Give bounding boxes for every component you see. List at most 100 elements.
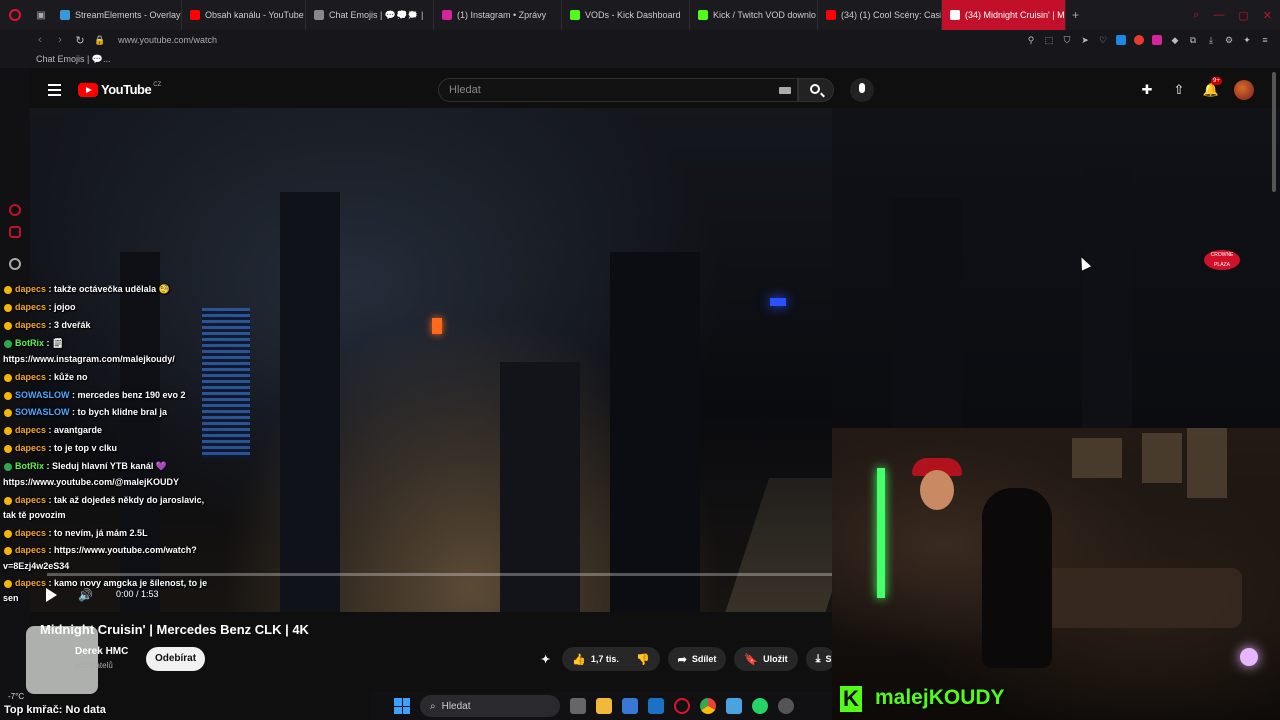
url-field[interactable]: www.youtube.com/watch [118, 35, 217, 45]
youtube-logo[interactable]: YouTube CZ [78, 82, 161, 97]
account-avatar[interactable] [1234, 80, 1254, 100]
steam-icon[interactable] [778, 698, 794, 714]
share-button[interactable]: ➦ Sdílet [667, 647, 727, 671]
tab-label: (1) Instagram • Zprávy [457, 10, 547, 20]
tab-chat-emojis[interactable]: Chat Emojis | 💬💭🗯️ | [306, 0, 434, 30]
weather-widget[interactable]: -7°C [8, 692, 24, 701]
streamer-name: malejKOUDY [875, 686, 1005, 709]
video-background-extension: CROWNE PLAZA [832, 108, 1280, 428]
search-input[interactable]: Hledat [438, 78, 798, 102]
taskbar-search[interactable]: ⌕ Hledat [420, 695, 560, 717]
close-icon[interactable]: ✕ [1263, 9, 1272, 22]
pin-icon[interactable]: ⚲ [1026, 35, 1036, 45]
settings-icon[interactable] [9, 258, 21, 270]
lightsaber [877, 468, 885, 598]
notifications-bell-icon[interactable]: 🔔 9+ [1202, 77, 1222, 99]
chat-username: BotRix [15, 338, 44, 348]
fps-overlay: Top kmřač: No data [4, 704, 106, 716]
windows-start-icon[interactable] [394, 698, 410, 714]
ai-icon[interactable]: ✦ [1242, 35, 1252, 45]
address-bar: ‹ › ↻ 🔒 www.youtube.com/watch ⚲ ⬚ ⛉ ➤ ♡ … [0, 30, 1280, 50]
snapshot-icon[interactable]: ⬚ [1044, 35, 1054, 45]
forward-icon[interactable]: › [50, 34, 70, 46]
chat-username: dapecs [15, 443, 47, 453]
upload-icon[interactable]: ⇧ [1170, 81, 1188, 99]
webcam-overlay [832, 428, 1280, 720]
extension-d-icon[interactable]: ◆ [1170, 35, 1180, 45]
voice-search-button[interactable] [850, 78, 874, 102]
chat-text: : mercedes benz 190 evo 2 [69, 390, 186, 400]
browser-tabbar: ▣ StreamElements - Overlay Obsah kanálu … [0, 0, 1280, 30]
bookmark-item[interactable]: Chat Emojis | 💬... [36, 54, 111, 65]
video-frame-building [120, 252, 160, 612]
minimize-icon[interactable]: — [1213, 9, 1224, 21]
heart-icon[interactable]: ♡ [1098, 35, 1108, 45]
chat-username: dapecs [15, 578, 47, 588]
photos-icon[interactable] [726, 698, 742, 714]
tab-favicon-icon [60, 10, 70, 20]
video-title: Midnight Cruisin' | Mercedes Benz CLK | … [40, 622, 309, 637]
reload-icon[interactable]: ↻ [70, 34, 90, 47]
tab-favicon-icon [190, 10, 200, 20]
tab-streamelements[interactable]: StreamElements - Overlay [52, 0, 182, 30]
new-tab-button[interactable]: + [1066, 8, 1085, 22]
page-scrollbar[interactable] [1272, 72, 1276, 192]
tab-youtube-studio[interactable]: Obsah kanálu - YouTube S [182, 0, 306, 30]
maximize-icon[interactable]: ▢ [1238, 9, 1248, 22]
chrome-icon[interactable] [700, 698, 716, 714]
tab-kick-vods[interactable]: VODs - Kick Dashboard [562, 0, 690, 30]
extension-b-icon[interactable] [1134, 35, 1144, 45]
channel-name[interactable]: Derek HMC [75, 646, 128, 657]
notification-icon[interactable] [9, 226, 21, 238]
opera-logo-icon[interactable] [0, 0, 30, 30]
extension-c-icon[interactable] [1152, 35, 1162, 45]
gaming-chair [982, 488, 1052, 668]
wall-poster [1187, 428, 1227, 498]
tab-midnight-cruisin[interactable]: (34) Midnight Cruisin' | Me [942, 0, 1066, 30]
video-frame-building [1082, 168, 1132, 428]
file-explorer-icon[interactable] [596, 698, 612, 714]
tab-label: Kick / Twitch VOD downlo [713, 10, 816, 20]
chat-text: sen [3, 593, 19, 603]
download-button[interactable]: ⤓ S [805, 647, 836, 671]
tab-cool-scenes[interactable]: (34) (1) Cool Scény: Casin [818, 0, 942, 30]
remix-button[interactable]: ✦ [537, 647, 554, 671]
taskbar-search-label: Hledat [441, 700, 471, 712]
create-icon[interactable]: ✚ [1138, 81, 1156, 99]
task-view-icon[interactable] [570, 698, 586, 714]
thumbs-down-icon[interactable]: 👎 [636, 653, 650, 666]
menu-icon[interactable]: ≡ [1260, 35, 1270, 45]
chat-text: : https://www.youtube.com/watch? [46, 545, 197, 555]
wall-poster [1142, 433, 1182, 483]
opera-icon[interactable] [674, 698, 690, 714]
keyboard-icon[interactable] [779, 87, 791, 94]
search-button[interactable] [798, 78, 834, 102]
outlook-icon[interactable] [648, 698, 664, 714]
download-label: S [825, 654, 832, 664]
download-icon[interactable]: ⤓ [1206, 35, 1216, 45]
back-icon[interactable]: ‹ [30, 34, 50, 46]
store-icon[interactable] [622, 698, 638, 714]
progress-bar[interactable] [47, 573, 832, 576]
tab-kick-twitch-downloader[interactable]: Kick / Twitch VOD downlo [690, 0, 818, 30]
workspaces-icon[interactable]: ▣ [30, 10, 52, 21]
subscribe-button[interactable]: Odebírat [146, 647, 205, 671]
extension-a-icon[interactable] [1116, 35, 1126, 45]
send-icon[interactable]: ➤ [1080, 35, 1090, 45]
streamer-face [920, 470, 954, 510]
tab-instagram[interactable]: (1) Instagram • Zprávy [434, 0, 562, 30]
search-tabs-icon[interactable]: ⌕ [1193, 9, 1199, 22]
aria-icon[interactable] [9, 204, 21, 216]
whatsapp-icon[interactable] [752, 698, 768, 714]
settings-icon[interactable]: ⚙ [1224, 35, 1234, 45]
save-button[interactable]: 🔖 Uložit [734, 647, 798, 671]
share-label: Sdílet [691, 654, 717, 664]
chat-badge-icon [4, 303, 12, 312]
like-button[interactable]: 👍 1,7 tis. 👎 [562, 647, 660, 671]
extensions-icon[interactable]: ⧉ [1188, 35, 1198, 45]
volume-icon[interactable]: 🔊 [78, 588, 93, 602]
play-icon[interactable] [46, 588, 57, 602]
shield-icon[interactable]: ⛉ [1062, 35, 1072, 45]
chat-username: dapecs [15, 372, 47, 382]
hamburger-menu-icon[interactable] [48, 84, 61, 96]
